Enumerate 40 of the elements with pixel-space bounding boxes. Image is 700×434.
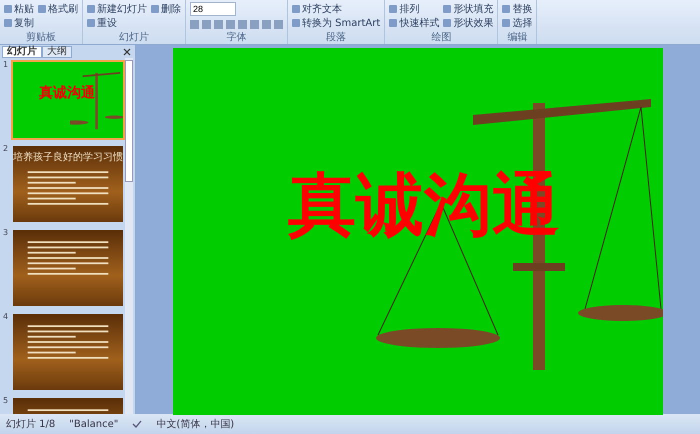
ribbon-button[interactable]: 排列 — [389, 2, 440, 15]
slide-thumbnail[interactable]: 培养孩子良好的学习习惯 — [11, 144, 125, 224]
group-label: 幻灯片 — [118, 32, 150, 44]
font-size-field[interactable]: 28 — [190, 2, 236, 16]
group-label: 字体 — [226, 32, 248, 44]
slide-title: 真诚沟通 — [288, 165, 560, 247]
slide-counter: 幻灯片 1/8 — [6, 418, 56, 431]
ribbon-button[interactable]: 形状填充 — [443, 2, 494, 15]
group-label: 段落 — [325, 32, 348, 44]
slide-number: 1 — [3, 60, 9, 71]
slide-number: 5 — [3, 396, 9, 407]
ribbon-button[interactable]: 格式刷 — [38, 2, 78, 15]
slide-number: 3 — [3, 228, 9, 239]
ribbon-button[interactable]: 复制 — [4, 16, 34, 29]
ribbon-button[interactable]: 快速样式 — [389, 16, 440, 29]
ribbon-button[interactable]: 粘贴 — [4, 2, 34, 15]
close-icon[interactable] — [123, 48, 131, 56]
slide-number: 4 — [3, 312, 9, 323]
ribbon-button[interactable]: 删除 — [151, 2, 181, 15]
thumbnail-title: 真诚沟通 — [39, 84, 95, 102]
panel-tab[interactable]: 大纲 — [42, 46, 72, 58]
ribbon-button[interactable]: 形状效果 — [443, 16, 494, 29]
ribbon-button[interactable]: 转换为 SmartArt — [292, 16, 380, 29]
ribbon-button[interactable]: 新建幻灯片 — [87, 2, 147, 15]
theme-name: "Balance" — [69, 418, 118, 430]
ribbon-button[interactable]: 选择 — [502, 16, 532, 29]
spellcheck-icon[interactable] — [132, 419, 142, 429]
language: 中文(简体，中国) — [156, 418, 234, 431]
ribbon-button[interactable]: 替换 — [502, 2, 532, 15]
group-label: 编辑 — [506, 32, 528, 44]
group-label: 绘图 — [430, 32, 452, 44]
ribbon-button[interactable]: 重设 — [87, 16, 147, 29]
ribbon-button[interactable]: 对齐文本 — [292, 2, 380, 15]
scrollbar[interactable] — [125, 58, 133, 414]
slide-thumbnail[interactable] — [11, 228, 125, 308]
panel-tab[interactable]: 幻灯片 — [2, 46, 42, 58]
slide-thumbnail[interactable] — [11, 312, 125, 392]
thumbnail-title: 培养孩子良好的学习习惯 — [13, 150, 123, 164]
slide-number: 2 — [3, 144, 9, 155]
group-label: 剪贴板 — [25, 32, 57, 44]
